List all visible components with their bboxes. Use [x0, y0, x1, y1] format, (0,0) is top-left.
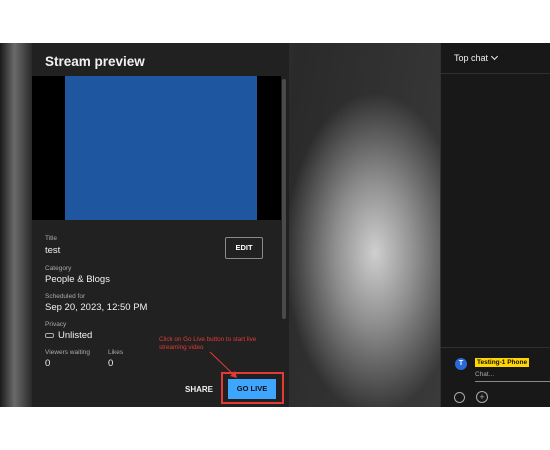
share-button[interactable]: SHARE [185, 385, 213, 394]
avatar: T [455, 358, 467, 370]
chat-mode-dropdown[interactable]: Top chat [454, 52, 499, 63]
go-live-button[interactable]: GO LIVE [228, 379, 276, 399]
chat-input[interactable]: Chat... [475, 371, 550, 382]
chat-username: Testing-1 Phone [475, 358, 530, 367]
camera-background-left [0, 43, 32, 407]
chat-header: Top chat [441, 43, 550, 74]
live-chat-panel: Top chat T Testing-1 Phone Chat... + [440, 43, 550, 407]
stream-preview-panel: Stream preview Title test EDIT Category … [32, 43, 289, 407]
plus-icon[interactable]: + [476, 391, 488, 403]
annotation-arrow-icon [209, 351, 237, 378]
emoji-icon[interactable] [454, 392, 465, 403]
chat-divider [441, 347, 550, 348]
chat-mode-label: Top chat [454, 53, 489, 63]
studio-frame: Stream preview Title test EDIT Category … [0, 43, 550, 407]
chevron-down-icon [490, 52, 499, 61]
